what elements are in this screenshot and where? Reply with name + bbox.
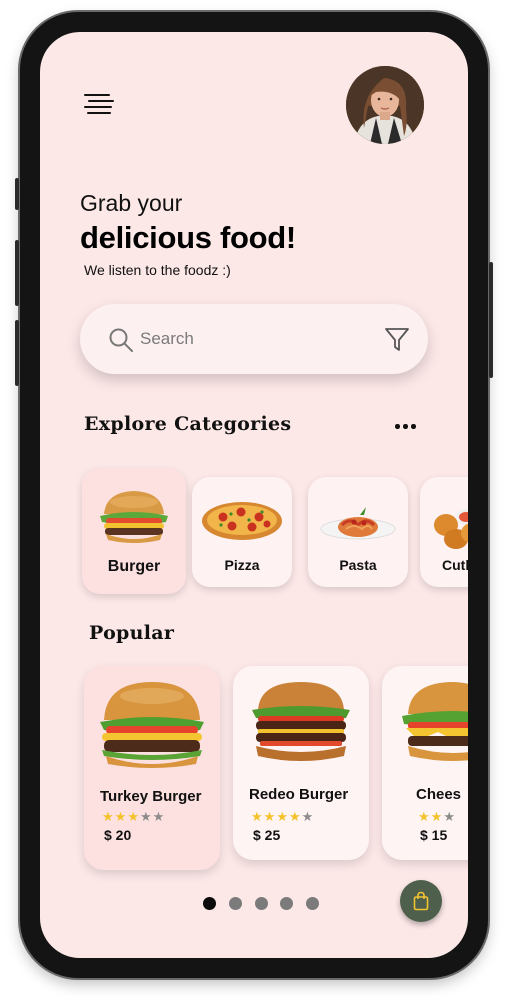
volume-up-button: [15, 240, 19, 306]
popular-item-name: Turkey Burger: [100, 788, 202, 805]
category-label: Cutl: [442, 557, 468, 573]
popular-card-turkey-burger[interactable]: Turkey Burger ★★★★★ $ 20: [84, 666, 220, 870]
page-dot[interactable]: [255, 897, 268, 910]
star-icon: ★: [301, 809, 315, 824]
greeting-headline: delicious food!: [80, 220, 296, 255]
app-screen: Grab your delicious food! We listen to t…: [40, 32, 468, 958]
page-dot[interactable]: [280, 897, 293, 910]
category-burger[interactable]: Burger: [82, 468, 186, 594]
star-icon: ★: [152, 809, 166, 824]
cheese-burger-image: [402, 682, 468, 761]
category-pasta[interactable]: Pasta: [308, 477, 408, 587]
avatar[interactable]: [346, 66, 424, 144]
search-icon: [109, 328, 133, 352]
popular-item-price: $ 15: [420, 827, 448, 843]
power-button: [489, 262, 493, 378]
star-icon: ★: [288, 809, 302, 824]
star-icon: ★: [418, 809, 431, 824]
category-label: Pizza: [224, 557, 260, 573]
popular-card-redeo-burger[interactable]: Redeo Burger ★★★★★ $ 25: [233, 666, 369, 860]
star-icon: ★: [127, 809, 140, 824]
shopping-bag-icon: [413, 891, 429, 911]
redeo-burger-image: [252, 682, 350, 761]
categories-title: Explore Categories: [84, 413, 292, 435]
popular-item-price: $ 20: [104, 827, 132, 843]
hamburger-menu-icon[interactable]: [84, 94, 114, 116]
rating-stars: ★★★★★: [251, 809, 314, 825]
star-icon: ★: [251, 809, 264, 824]
star-icon: ★: [430, 809, 444, 824]
star-icon: ★: [102, 809, 115, 824]
category-cutlet[interactable]: Cutl: [420, 477, 468, 587]
rating-stars: ★★★: [418, 809, 456, 825]
category-pizza[interactable]: Pizza: [192, 477, 292, 587]
rating-stars: ★★★★★: [102, 809, 165, 825]
star-icon: ★: [276, 809, 289, 824]
cutlet-image: [434, 509, 468, 549]
popular-item-name: Chees: [416, 786, 462, 803]
greeting-line-1: Grab your: [80, 190, 183, 216]
popular-card-chees[interactable]: Chees ★★★ $ 15: [382, 666, 468, 860]
star-icon: ★: [263, 809, 277, 824]
silent-switch: [15, 178, 19, 210]
turkey-burger-image: [100, 682, 204, 768]
star-icon: ★: [443, 809, 456, 824]
page-dot[interactable]: [229, 897, 242, 910]
more-dots-icon[interactable]: [392, 418, 422, 434]
page-dot[interactable]: [306, 897, 319, 910]
filter-icon[interactable]: [384, 326, 410, 354]
search-input[interactable]: [140, 324, 370, 354]
star-icon: ★: [139, 809, 153, 824]
category-label: Pasta: [339, 557, 377, 573]
category-label: Burger: [107, 558, 161, 575]
greeting-tagline: We listen to the foodz :): [84, 262, 231, 278]
shopping-bag-button[interactable]: [400, 880, 442, 922]
page-dot[interactable]: [203, 897, 216, 910]
popular-title: Popular: [89, 622, 175, 644]
search-bar[interactable]: [80, 304, 428, 374]
volume-down-button: [15, 320, 19, 386]
popular-item-name: Redeo Burger: [249, 786, 349, 803]
burger-image: [100, 491, 168, 543]
pasta-image: [320, 507, 396, 540]
pizza-image: [202, 502, 282, 540]
popular-item-price: $ 25: [253, 827, 281, 843]
star-icon: ★: [114, 809, 128, 824]
